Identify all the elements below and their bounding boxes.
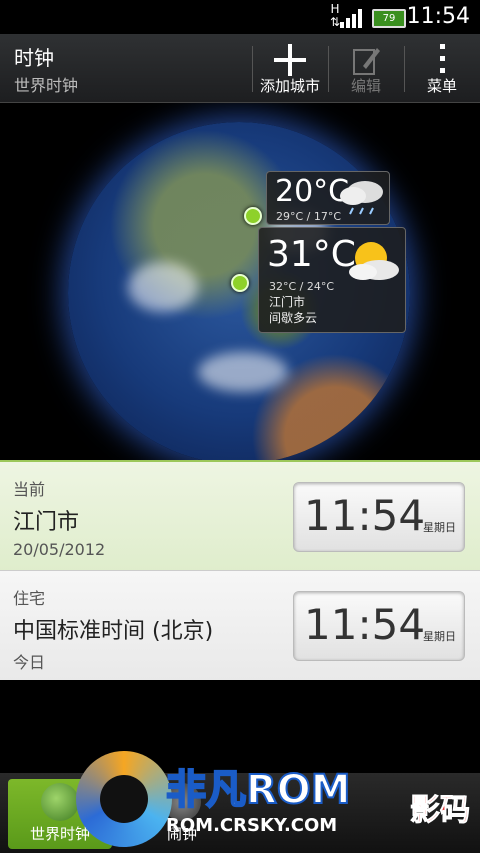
- overflow-menu-icon: [440, 44, 445, 73]
- status-time: 11:54: [406, 4, 470, 29]
- clock-weekday: 星期日: [423, 521, 456, 534]
- watermark-logo: 非凡ROM ROM.CRSKY.COM 影码: [70, 745, 480, 853]
- add-city-label: 添加城市: [259, 77, 320, 95]
- temperature-range: 32°C / 24°C: [269, 280, 335, 293]
- brand-logo-icon: [76, 751, 172, 847]
- add-city-button[interactable]: 添加城市: [253, 34, 327, 102]
- weather-card-jiangmen[interactable]: 31°C 32°C / 24°C 江门市 间歇多云: [258, 227, 406, 333]
- pencil-icon: [353, 48, 380, 75]
- row-label: 当前: [13, 480, 46, 499]
- watermark-url: ROM.CRSKY.COM: [166, 815, 338, 836]
- home-city-row[interactable]: 住宅 中国标准时间 (北京) 今日 11:54 星期日: [0, 570, 480, 681]
- digital-clock: 11:54 星期日: [293, 482, 465, 552]
- world-globe-view[interactable]: 20°C 29°C / 17°C 31°C 32°C / 24°C 江门市 间歇…: [0, 103, 480, 460]
- clock-time: 11:54: [304, 491, 426, 540]
- temperature-range: 29°C / 17°C: [276, 210, 342, 223]
- action-bar: 时钟 世界时钟 添加城市 编辑 菜单: [0, 34, 480, 103]
- battery-icon: 79: [372, 9, 406, 28]
- edit-button[interactable]: 编辑: [329, 34, 403, 102]
- city-pin-north[interactable]: [244, 207, 262, 225]
- status-bar: H ⇅ 79 11:54: [0, 0, 480, 34]
- partly-cloudy-icon: [349, 242, 399, 280]
- app-subtitle: 世界时钟: [14, 76, 79, 95]
- row-label: 住宅: [13, 589, 46, 608]
- rain-cloud-icon: [340, 181, 383, 215]
- clock-weekday: 星期日: [423, 630, 456, 643]
- weather-city: 江门市: [269, 295, 306, 309]
- plus-icon: [274, 44, 306, 76]
- data-activity-icon: H ⇅: [329, 2, 340, 29]
- cloud: [128, 262, 198, 312]
- city-pin-jiangmen[interactable]: [231, 274, 249, 292]
- watermark-brand: 非凡ROM: [165, 766, 352, 814]
- watermark-extra: 影码: [410, 793, 471, 829]
- city-name: 江门市: [13, 510, 80, 535]
- city-name: 中国标准时间 (北京): [13, 619, 214, 644]
- clock-time: 11:54: [304, 600, 426, 649]
- date-text: 20/05/2012: [13, 540, 106, 559]
- app-title: 时钟: [14, 46, 54, 70]
- date-text: 今日: [13, 653, 46, 672]
- digital-clock: 11:54 星期日: [293, 591, 465, 661]
- menu-label: 菜单: [426, 77, 457, 95]
- signal-icon: [340, 8, 362, 28]
- cloud: [198, 352, 288, 392]
- edit-label: 编辑: [350, 77, 381, 95]
- weather-condition: 间歇多云: [269, 311, 318, 325]
- weather-card-north[interactable]: 20°C 29°C / 17°C: [266, 171, 390, 225]
- current-city-row[interactable]: 当前 江门市 20/05/2012 11:54 星期日: [0, 460, 480, 572]
- menu-button[interactable]: 菜单: [405, 34, 479, 102]
